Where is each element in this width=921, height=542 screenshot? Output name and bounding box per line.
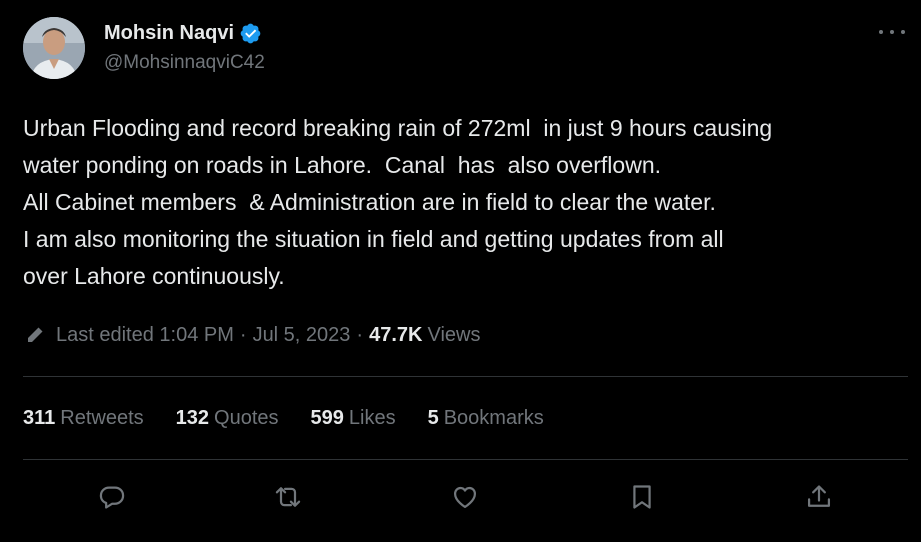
retweet-icon [275, 487, 301, 507]
divider [23, 459, 908, 460]
bookmark-button[interactable] [626, 481, 658, 513]
heart-icon [453, 486, 477, 509]
share-button[interactable] [803, 481, 835, 513]
share-icon [807, 485, 831, 507]
likes-stat[interactable]: 599 Likes [311, 407, 396, 430]
reply-icon [99, 486, 125, 509]
tweet-text-line: water ponding on roads in Lahore. Canal … [23, 152, 662, 178]
pencil-icon [23, 323, 47, 347]
avatar[interactable] [23, 17, 85, 79]
tweet-stats: 311 Retweets 132 Quotes 599 Likes 5 Bookmark… [23, 404, 576, 432]
quotes-label: Quotes [214, 406, 279, 429]
like-button[interactable] [449, 481, 481, 513]
quotes-stat[interactable]: 132 Quotes [176, 407, 279, 430]
avatar-image [23, 17, 85, 79]
meta-separator: · [356, 323, 364, 346]
more-horizontal-icon [879, 30, 883, 34]
tweet-text-line: Urban Flooding and record breaking rain … [23, 115, 773, 141]
tweet-text: Urban Flooding and record breaking rain … [23, 110, 913, 295]
retweet-button[interactable] [272, 481, 304, 513]
tweet-actions [0, 477, 921, 517]
verified-badge-icon[interactable] [239, 22, 262, 45]
meta-separator: · [239, 323, 247, 346]
retweets-stat[interactable]: 311 Retweets [23, 407, 144, 430]
more-options-button[interactable] [879, 22, 905, 42]
bookmarks-stat[interactable]: 5 Bookmarks [428, 407, 544, 430]
likes-label: Likes [348, 406, 396, 429]
retweets-count: 311 [23, 406, 56, 429]
last-edited-link[interactable]: Last edited 1:04 PM [56, 324, 234, 347]
tweet-detail: Mohsin Naqvi @MohsinnaqviC42 Urban Flood… [0, 0, 921, 542]
tweet-text-line: over Lahore continuously. [23, 263, 285, 289]
retweets-label: Retweets [60, 406, 144, 429]
tweet-meta: Last edited 1:04 PM · Jul 5, 2023 · 47.7… [23, 321, 480, 349]
bookmarks-count: 5 [427, 406, 439, 429]
tweet-text-line: I am also monitoring the situation in fi… [23, 226, 724, 252]
quotes-count: 132 [175, 406, 210, 429]
likes-count: 599 [310, 406, 344, 429]
views-label: Views [427, 323, 481, 346]
author-display-name[interactable]: Mohsin Naqvi [104, 20, 234, 46]
bookmarks-label: Bookmarks [443, 406, 544, 429]
divider [23, 376, 908, 377]
reply-button[interactable] [96, 481, 128, 513]
tweet-date[interactable]: Jul 5, 2023 [253, 324, 351, 347]
author-handle[interactable]: @MohsinnaqviC42 [104, 51, 265, 75]
tweet-text-line: All Cabinet members & Administration are… [23, 189, 716, 215]
bookmark-icon [633, 485, 651, 509]
views-count: 47.7K [369, 323, 423, 346]
author-name-row: Mohsin Naqvi [104, 20, 262, 46]
